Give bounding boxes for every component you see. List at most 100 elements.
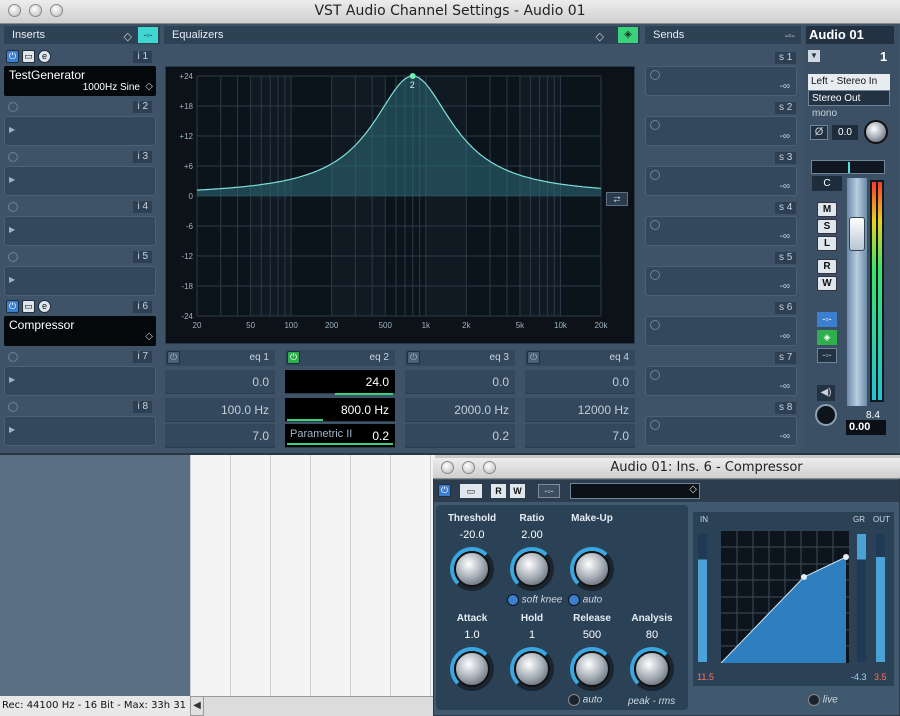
bypass-eq-icon[interactable]: ◇ — [596, 28, 604, 46]
bypass-inserts-icon[interactable]: ◇ — [124, 28, 132, 46]
makeup-knob[interactable] — [574, 551, 610, 587]
insert-power-icon[interactable] — [8, 152, 18, 162]
pan-display[interactable] — [811, 160, 885, 174]
ratio-value[interactable]: 2.00 — [502, 529, 562, 541]
insert-slot[interactable]: ▶ — [4, 216, 156, 246]
insert-slot[interactable]: Compressor ◇ — [4, 316, 156, 346]
listen-icon[interactable]: ◀) — [817, 385, 835, 401]
attack-knob[interactable] — [454, 651, 490, 687]
insert-menu-icon[interactable]: ◇ — [145, 81, 153, 92]
channel-button-r[interactable]: R — [817, 259, 837, 274]
release-auto-toggle[interactable]: auto — [568, 694, 608, 708]
channel-button-m[interactable]: M — [817, 202, 837, 217]
eq-band-power-icon[interactable]: ⏻ — [287, 351, 300, 364]
fader-track[interactable] — [847, 178, 867, 406]
release-knob[interactable] — [574, 651, 610, 687]
inserts-toggle-icon[interactable]: -▫- — [138, 27, 158, 43]
send-power-icon[interactable] — [650, 220, 660, 230]
insert-power-icon[interactable] — [8, 202, 18, 212]
analysis-value[interactable]: 80 — [622, 629, 682, 641]
insert-slot[interactable]: TestGenerator 1000Hz Sine ◇ — [4, 66, 156, 96]
eq-band-gain[interactable]: 0.0 — [525, 370, 635, 394]
live-toggle[interactable]: live — [808, 694, 838, 706]
send-slot[interactable]: -∞ — [645, 266, 797, 296]
compressor-titlebar[interactable]: Audio 01: Ins. 6 - Compressor — [433, 458, 900, 479]
analysis-knob[interactable] — [634, 651, 670, 687]
send-slot[interactable]: -∞ — [645, 66, 797, 96]
send-slot[interactable]: -∞ — [645, 416, 797, 446]
channel-button-s[interactable]: S — [817, 219, 837, 234]
soft-knee-toggle[interactable]: soft knee — [507, 594, 567, 608]
sends-bypass-icon[interactable]: -▫- — [817, 348, 837, 363]
send-power-icon[interactable] — [650, 70, 660, 80]
makeup-auto-toggle[interactable]: auto — [568, 594, 608, 608]
insert-slot[interactable]: ▶ — [4, 166, 156, 196]
insert-bypass-icon[interactable]: ▭ — [22, 50, 35, 63]
send-power-icon[interactable] — [650, 270, 660, 280]
preset-field[interactable]: ◇ — [570, 483, 700, 499]
scroll-left-arrow[interactable]: ◀ — [190, 696, 204, 716]
eq-band-power-icon[interactable]: ⏻ — [167, 351, 180, 364]
eq-band-q[interactable]: 7.0 — [525, 424, 635, 448]
eq-bypass-icon[interactable]: ◈ — [817, 330, 837, 345]
comp-power-icon[interactable]: ⏻ — [438, 484, 451, 497]
insert-power-icon[interactable] — [8, 252, 18, 262]
send-slot[interactable]: -∞ — [645, 166, 797, 196]
insert-bypass-icon[interactable]: ▭ — [22, 300, 35, 313]
comp-bypass-icon[interactable]: ▭ — [460, 484, 482, 498]
send-power-icon[interactable] — [650, 120, 660, 130]
send-slot[interactable]: -∞ — [645, 216, 797, 246]
fader-value[interactable]: 0.00 — [846, 420, 886, 435]
monitor-icon[interactable]: -▫- — [817, 312, 837, 327]
output-routing[interactable]: Stereo Out — [808, 90, 890, 106]
comp-read-button[interactable]: R — [491, 484, 506, 498]
eq-band-q[interactable]: 0.2 — [405, 424, 515, 448]
send-slot[interactable]: -∞ — [645, 116, 797, 146]
channel-button-w[interactable]: W — [817, 276, 837, 291]
ratio-knob[interactable] — [514, 551, 550, 587]
channel-button-l[interactable]: L — [817, 236, 837, 251]
insert-power-icon[interactable] — [8, 402, 18, 412]
record-button[interactable] — [815, 404, 837, 426]
main-titlebar[interactable]: VST Audio Channel Settings - Audio 01 — [0, 0, 900, 24]
comp-sidechain-icon[interactable]: -▫- — [538, 484, 560, 498]
channel-menu-icon[interactable]: ▼ — [808, 50, 820, 62]
eq-reset-icon[interactable]: ⮂ — [606, 192, 628, 206]
phase-icon[interactable]: Ø — [810, 125, 828, 140]
release-value[interactable]: 500 — [562, 629, 622, 641]
eq-band-type[interactable]: Parametric II — [290, 428, 352, 440]
insert-edit-icon[interactable]: e — [38, 300, 51, 313]
input-routing[interactable]: Left - Stereo In — [808, 74, 890, 90]
insert-slot[interactable]: ▶ — [4, 266, 156, 296]
eq-band-power-icon[interactable]: ⏻ — [527, 351, 540, 364]
horizontal-scrollbar[interactable] — [204, 696, 435, 716]
comp-write-button[interactable]: W — [510, 484, 525, 498]
threshold-value[interactable]: -20.0 — [442, 529, 502, 541]
send-power-icon[interactable] — [650, 420, 660, 430]
insert-menu-icon[interactable]: ◇ — [145, 331, 153, 342]
eq-band-q[interactable]: 7.0 — [165, 424, 275, 448]
transfer-curve-graph[interactable] — [721, 531, 849, 663]
input-gain-value[interactable]: 0.0 — [832, 125, 858, 140]
threshold-knob[interactable] — [454, 551, 490, 587]
insert-power-icon[interactable]: ⏻ — [6, 50, 19, 63]
insert-power-icon[interactable] — [8, 352, 18, 362]
insert-power-icon[interactable]: ⏻ — [6, 300, 19, 313]
send-power-icon[interactable] — [650, 320, 660, 330]
hold-knob[interactable] — [514, 651, 550, 687]
send-slot[interactable]: -∞ — [645, 366, 797, 396]
eq-band-gain[interactable]: 24.0 — [285, 370, 395, 394]
eq-band-freq[interactable]: 12000 Hz — [525, 398, 635, 422]
eq-band-freq[interactable]: 2000.0 Hz — [405, 398, 515, 422]
insert-power-icon[interactable] — [8, 102, 18, 112]
insert-edit-icon[interactable]: e — [38, 50, 51, 63]
bypass-sends-icon[interactable]: -▫- — [785, 28, 795, 46]
eq-band-power-icon[interactable]: ⏻ — [407, 351, 420, 364]
eq-toggle-icon[interactable]: ◈ — [618, 27, 638, 43]
attack-value[interactable]: 1.0 — [442, 629, 502, 641]
input-gain-knob[interactable] — [864, 120, 888, 144]
send-slot[interactable]: -∞ — [645, 316, 797, 346]
insert-slot[interactable]: ▶ — [4, 116, 156, 146]
insert-slot[interactable]: ▶ — [4, 416, 156, 446]
fader-handle[interactable] — [849, 217, 865, 251]
